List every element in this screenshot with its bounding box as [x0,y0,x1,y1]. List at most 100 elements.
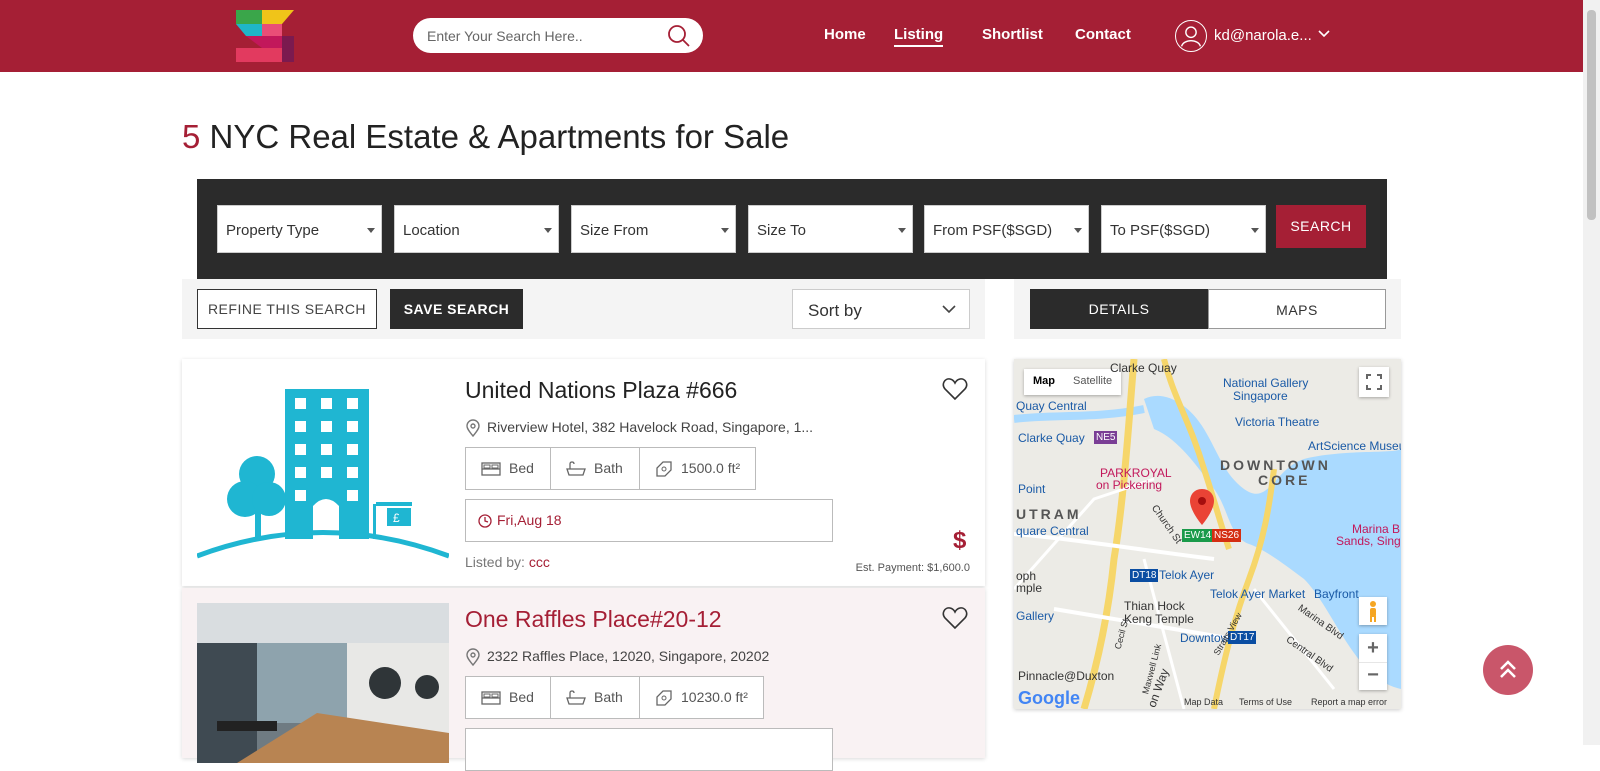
map-data-link[interactable]: Map Data [1184,697,1223,707]
results-toolbar: REFINE THIS SEARCH SAVE SEARCH Sort by [182,279,985,339]
pegman-icon [1370,601,1376,622]
nav-home[interactable]: Home [824,26,866,43]
listing-address-text: Riverview Hotel, 382 Havelock Road, Sing… [487,419,814,435]
filter-bar: Property Type Location Size From Size To… [197,179,1387,279]
page-title-text: NYC Real Estate & Apartments for Sale [209,118,790,155]
map-label: Thian Hock [1124,599,1185,613]
map-report-link[interactable]: Report a map error [1311,697,1387,707]
size-feature: 10230.0 ft² [639,676,764,719]
property-type-label: Property Type [226,222,320,239]
bath-label: Bath [594,689,623,705]
size-feature: 1500.0 ft² [639,447,756,490]
map-label: Clarke Quay [1018,431,1085,445]
size-label: 1500.0 ft² [681,460,741,476]
fullscreen-button[interactable] [1359,367,1389,397]
bed-feature: Bed [465,447,551,490]
listed-by-label: Listed by: [465,554,525,570]
search-icon[interactable] [667,24,691,48]
area-icon [656,690,672,706]
listing-map[interactable]: Map Satellite Clarke Quay National Galler… [1014,359,1401,709]
size-label: 10230.0 ft² [681,689,748,705]
listing-title[interactable]: One Raffles Place#20-12 [465,606,722,633]
google-logo[interactable]: Google [1018,688,1080,709]
listing-photo[interactable] [197,603,449,763]
listing-image-placeholder[interactable]: £ [197,374,449,569]
map-label: Gallery [1016,609,1055,623]
map-terms-link[interactable]: Terms of Use [1239,697,1292,707]
map-label: Sands, Singapo [1336,534,1401,548]
user-menu[interactable]: kd@narola.e... [1175,20,1365,52]
map-label: DOWNTOWN [1220,457,1331,473]
property-type-select[interactable]: Property Type [217,205,382,253]
user-email: kd@narola.e... [1214,27,1312,44]
map-label: Point [1018,482,1046,496]
tab-maps[interactable]: MAPS [1208,289,1386,329]
bed-feature: Bed [465,676,551,719]
listing-address-text: 2322 Raffles Place, 12020, Singapore, 20… [487,648,770,664]
scroll-to-top-button[interactable] [1483,645,1533,695]
station-badge: NE5 [1094,431,1118,444]
nav-listing[interactable]: Listing [894,26,944,47]
zoom-controls: + − [1359,634,1387,690]
listing-date-box: Fri,Aug 18 [465,499,833,542]
map-type-map[interactable]: Map [1024,369,1064,393]
map-label: Telok Ayer Market [1210,587,1306,601]
size-from-select[interactable]: Size From [571,205,736,253]
double-chevron-up-icon [1500,660,1516,678]
save-search-button[interactable]: SAVE SEARCH [390,289,523,329]
chevron-down-icon [1318,30,1330,38]
area-icon [656,461,672,477]
dropdown-arrow-icon [367,228,375,233]
station-badge: EW14 [1182,529,1214,542]
location-label: Location [403,222,460,239]
zoom-in-button[interactable]: + [1359,634,1387,662]
map-label: on Pickering [1096,478,1163,492]
search-input[interactable] [427,26,657,46]
estimated-payment: Est. Payment: $1,600.0 [855,562,970,574]
sort-by-select[interactable]: Sort by [792,289,970,329]
listed-by-agent[interactable]: ccc [529,554,550,570]
listing-address: Riverview Hotel, 382 Havelock Road, Sing… [465,419,814,438]
page-scrollbar[interactable] [1583,0,1600,745]
from-psf-label: From PSF($SGD) [933,222,1053,239]
dropdown-arrow-icon [898,228,906,233]
listing-title[interactable]: United Nations Plaza #666 [465,377,737,404]
size-to-select[interactable]: Size To [748,205,913,253]
station-badge: DT18 [1130,569,1159,582]
currency-icon: $ [953,527,967,554]
scrollbar-thumb[interactable] [1587,10,1596,220]
refine-search-button[interactable]: REFINE THIS SEARCH [197,289,377,329]
page-title: 5 NYC Real Estate & Apartments for Sale [182,118,789,156]
zoom-out-button[interactable]: − [1359,662,1387,690]
map-label: ArtScience Museu [1308,439,1401,453]
bath-feature: Bath [550,676,640,719]
size-from-label: Size From [580,222,649,239]
office-interior-image [197,603,449,763]
listing-card[interactable]: £ United Nations Plaza #666 Riverview Ho… [182,359,985,586]
tab-details[interactable]: DETAILS [1030,289,1208,329]
heart-icon[interactable] [942,377,968,401]
street-view-pegman[interactable] [1359,597,1387,625]
site-logo[interactable] [236,10,294,62]
map-label: Clarke Quay [1110,361,1177,375]
location-select[interactable]: Location [394,205,559,253]
bathtub-icon [566,690,586,705]
map-label: UTRAM [1016,506,1082,522]
map-label: Telok Ayer [1159,568,1215,582]
sort-by-label: Sort by [808,301,862,320]
station-badge: NS26 [1212,529,1242,542]
listing-card[interactable]: One Raffles Place#20-12 2322 Raffles Pla… [182,588,985,771]
heart-icon[interactable] [942,606,968,630]
dropdown-arrow-icon [1251,228,1259,233]
from-psf-select[interactable]: From PSF($SGD) [924,205,1089,253]
to-psf-select[interactable]: To PSF($SGD) [1101,205,1266,253]
map-label: Quay Central [1016,399,1087,413]
nav-contact[interactable]: Contact [1075,26,1131,43]
nav-shortlist[interactable]: Shortlist [982,26,1043,43]
map-label: mple [1016,581,1043,595]
location-pin-icon [466,648,480,667]
top-navbar: Home Listing Shortlist Contact kd@narola… [0,0,1583,72]
chevron-down-icon [942,305,956,314]
map-label: Pinnacle@Duxton [1018,669,1115,683]
filter-search-button[interactable]: SEARCH [1276,205,1366,248]
